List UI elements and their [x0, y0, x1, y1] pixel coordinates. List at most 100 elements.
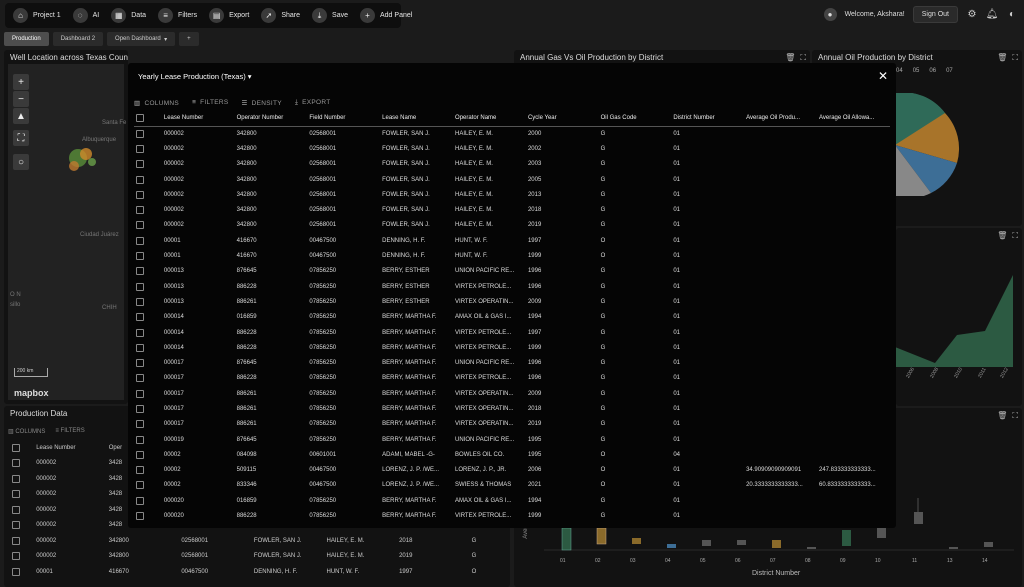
box[interactable]: [772, 540, 781, 548]
row-checkbox[interactable]: [12, 536, 20, 545]
table-row[interactable]: 00002 509115 00467500 LORENZ, J. P. /WE... L…: [134, 463, 890, 478]
zoom-out-button[interactable]: −: [13, 91, 29, 107]
share-button[interactable]: ➚ Share: [257, 5, 304, 26]
trash-icon[interactable]: 🗑︎: [997, 231, 1007, 241]
trash-icon[interactable]: 🗑︎: [997, 53, 1007, 63]
column-header[interactable]: Average Oil Allowa...: [816, 111, 890, 127]
fullscreen-button[interactable]: ⛶: [13, 130, 29, 146]
trash-icon[interactable]: 🗑︎: [997, 411, 1007, 421]
tab-production[interactable]: Production: [4, 32, 49, 46]
row-checkbox[interactable]: [136, 450, 144, 459]
row-checkbox[interactable]: [136, 160, 144, 169]
density-button[interactable]: ☰ DENSITY: [242, 99, 282, 107]
table-row[interactable]: 000014 886228 07856250 BERRY, MARTHA F. VIRT…: [134, 325, 890, 340]
pd-filters-button[interactable]: ≡ FILTERS: [55, 428, 84, 435]
column-header[interactable]: Lease Number: [32, 440, 105, 456]
table-row[interactable]: 000002 342800 02568001 FOWLER, SAN J. HAILEY…: [8, 549, 508, 565]
table-row[interactable]: 000014 016859 07856250 BERRY, MARTHA F. AMAX…: [134, 310, 890, 325]
row-checkbox[interactable]: [136, 297, 144, 306]
table-row[interactable]: 00001 416670 00467500 DENNING, H. F. HUNT, W…: [134, 233, 890, 248]
close-icon[interactable]: ✕: [878, 69, 888, 83]
project-button[interactable]: ⌂ Project 1: [9, 5, 65, 26]
row-checkbox[interactable]: [136, 481, 144, 490]
bell-icon[interactable]: 🔔︎: [986, 9, 999, 21]
row-checkbox[interactable]: [136, 496, 144, 505]
table-row[interactable]: 000013 886261 07856250 BERRY, ESTHER VIRTEX …: [134, 294, 890, 309]
table-row[interactable]: 000002 342800 02568001 FOWLER, SAN J. HAILEY…: [134, 172, 890, 187]
row-checkbox[interactable]: [136, 236, 144, 245]
table-row[interactable]: 000002 342800 02568001 FOWLER, SAN J. HAILEY…: [134, 202, 890, 217]
tab-dashboard-2[interactable]: Dashboard 2: [52, 32, 104, 46]
row-checkbox[interactable]: [136, 282, 144, 291]
box[interactable]: [737, 540, 746, 545]
select-all-checkbox[interactable]: [12, 443, 20, 452]
table-row[interactable]: 000017 886261 07856250 BERRY, MARTHA F. VIRT…: [134, 417, 890, 432]
box[interactable]: [949, 547, 958, 549]
column-header[interactable]: Operator Number: [234, 111, 308, 127]
row-checkbox[interactable]: [136, 420, 144, 429]
box[interactable]: [807, 547, 816, 549]
expand-icon[interactable]: ⛶: [800, 53, 806, 63]
table-row[interactable]: 000017 886261 07856250 BERRY, MARTHA F. VIRT…: [134, 386, 890, 401]
box[interactable]: [561, 527, 572, 551]
box[interactable]: [667, 544, 676, 548]
save-button[interactable]: ⤓ Save: [308, 5, 352, 26]
row-checkbox[interactable]: [12, 521, 20, 530]
box[interactable]: [842, 530, 851, 546]
row-checkbox[interactable]: [12, 567, 20, 576]
table-row[interactable]: 000002 342800 02568001 FOWLER, SAN J. HAILEY…: [134, 218, 890, 233]
column-header[interactable]: Average Oil Produ...: [744, 111, 817, 127]
gear-icon[interactable]: ⚙: [966, 9, 978, 21]
row-checkbox[interactable]: [136, 435, 144, 444]
export-button[interactable]: ⤓ EXPORT: [295, 99, 331, 107]
expand-icon[interactable]: ⛶: [1012, 411, 1018, 421]
table-row[interactable]: 000017 876645 07856250 BERRY, MARTHA F. UNIO…: [134, 355, 890, 370]
locate-button[interactable]: ○: [13, 154, 29, 170]
row-checkbox[interactable]: [136, 129, 144, 138]
expand-icon[interactable]: ⛶: [1012, 231, 1018, 241]
compass-button[interactable]: ▲: [13, 108, 29, 124]
row-checkbox[interactable]: [136, 512, 144, 521]
row-checkbox[interactable]: [136, 221, 144, 230]
row-checkbox[interactable]: [136, 466, 144, 475]
table-row[interactable]: 000013 886228 07856250 BERRY, ESTHER VIRTEX …: [134, 279, 890, 294]
column-header[interactable]: District Number: [671, 111, 745, 127]
table-row[interactable]: 000019 876645 07856250 BERRY, MARTHA F. UNIO…: [134, 432, 890, 447]
pd-columns-button[interactable]: ▥ COLUMNS: [8, 428, 45, 435]
ai-button[interactable]: ◌ AI: [69, 5, 104, 26]
export-button[interactable]: ▤ Export: [205, 5, 253, 26]
expand-icon[interactable]: ⛶: [1012, 53, 1018, 63]
table-row[interactable]: 000002 342800 02568001 FOWLER, SAN J. HAILEY…: [8, 533, 508, 549]
filters-button[interactable]: ≡ FILTERS: [192, 99, 228, 107]
column-header[interactable]: Operator Name: [453, 111, 526, 127]
row-checkbox[interactable]: [136, 359, 144, 368]
table-row[interactable]: 000002 342800 02568001 FOWLER, SAN J. HAILEY…: [134, 187, 890, 202]
table-row[interactable]: 000020 886228 07856250 BERRY, MARTHA F. VIRT…: [134, 508, 890, 523]
box[interactable]: [632, 538, 641, 544]
columns-button[interactable]: ▥ COLUMNS: [134, 99, 179, 107]
column-header[interactable]: Lease Name: [380, 111, 454, 127]
row-checkbox[interactable]: [136, 374, 144, 383]
table-row[interactable]: 00001 416670 00467500 DENNING, H. F. HUNT, W…: [8, 564, 508, 580]
table-row[interactable]: 000020 016859 07856250 BERRY, MARTHA F. AMAX…: [134, 493, 890, 508]
row-checkbox[interactable]: [136, 175, 144, 184]
table-row[interactable]: 000014 886228 07856250 BERRY, MARTHA F. VIRT…: [134, 340, 890, 355]
user-avatar-icon[interactable]: ●: [823, 8, 837, 21]
row-checkbox[interactable]: [12, 505, 20, 514]
column-header[interactable]: Cycle Year: [525, 111, 599, 127]
trash-icon[interactable]: 🗑︎: [785, 53, 795, 63]
theme-toggle-icon[interactable]: ◐: [1006, 9, 1018, 21]
table-row[interactable]: 000017 886228 07856250 BERRY, MARTHA F. VIRT…: [134, 371, 890, 386]
table-row[interactable]: 000013 876645 07856250 BERRY, ESTHER UNION P…: [134, 264, 890, 279]
zoom-in-button[interactable]: +: [13, 74, 29, 90]
row-checkbox[interactable]: [136, 343, 144, 352]
column-header[interactable]: Lease Number: [161, 111, 235, 127]
box[interactable]: [596, 527, 607, 545]
column-header[interactable]: Field Number: [307, 111, 381, 127]
row-checkbox[interactable]: [136, 144, 144, 153]
row-checkbox[interactable]: [136, 252, 144, 261]
column-header[interactable]: Oil Gas Code: [598, 111, 672, 127]
add-tab-button[interactable]: +: [179, 32, 199, 46]
box[interactable]: [984, 542, 993, 547]
data-button[interactable]: ▦ Data: [107, 5, 150, 26]
